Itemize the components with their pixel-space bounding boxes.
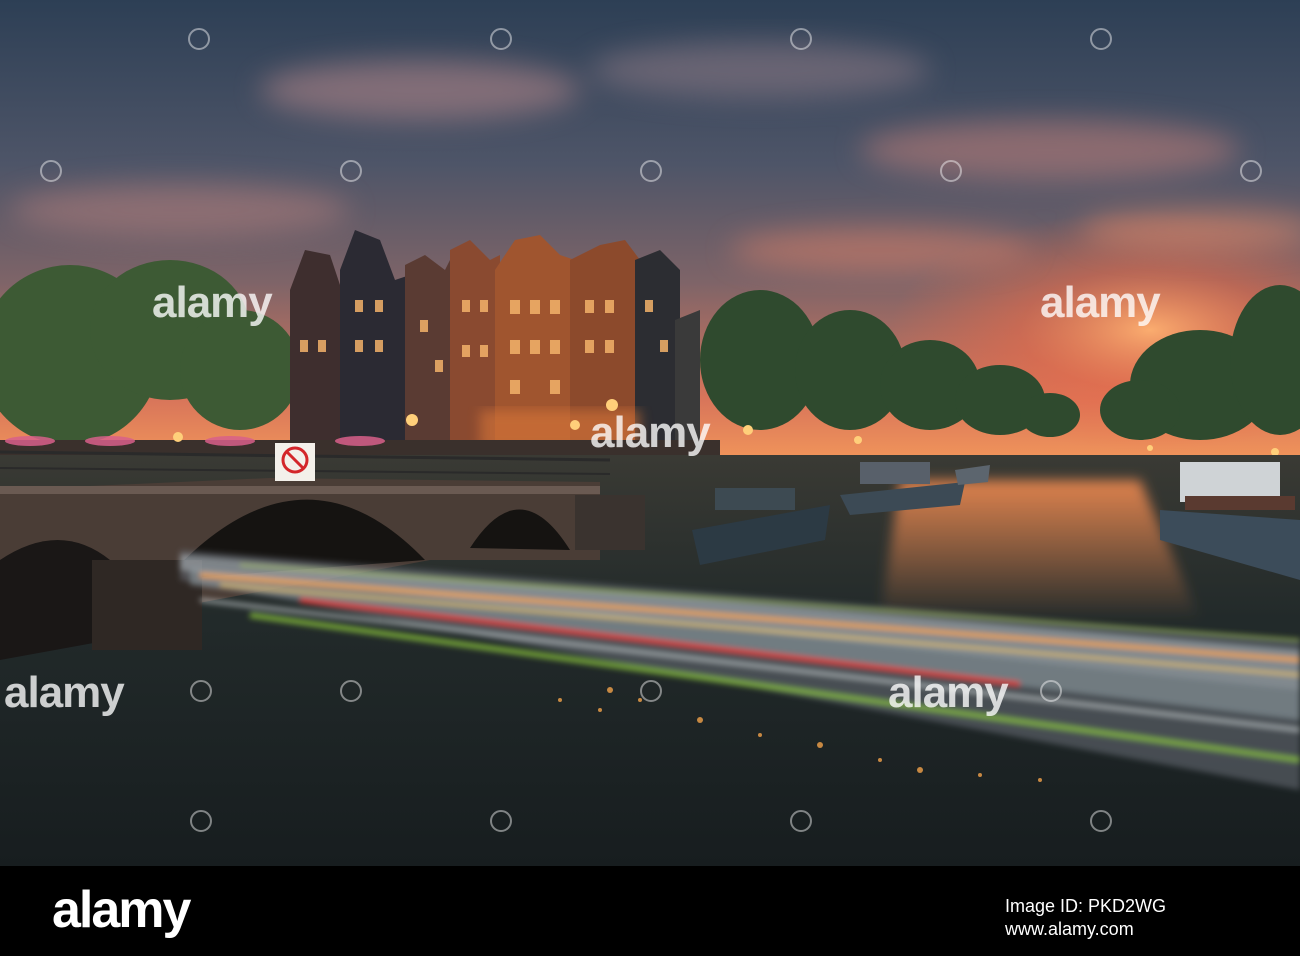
watermark-ring-icon (640, 160, 662, 182)
watermark-ring-icon (190, 810, 212, 832)
watermark-ring-icon (40, 160, 62, 182)
site-url[interactable]: www.alamy.com (1005, 919, 1134, 939)
prohibition-sign-icon (275, 443, 315, 481)
footer-bar: alamy Image ID: PKD2WG www.alamy.com (0, 866, 1300, 956)
watermark: alamy (1040, 278, 1161, 327)
watermark-ring-icon (1040, 680, 1062, 702)
watermark-ring-icon (940, 160, 962, 182)
watermark-ring-icon (1090, 810, 1112, 832)
watermark-ring-icon (340, 680, 362, 702)
watermark: alamy (888, 668, 1009, 717)
watermark-ring-icon (188, 28, 210, 50)
watermark-ring-icon (790, 810, 812, 832)
watermark-ring-icon (640, 680, 662, 702)
watermark-ring-icon (490, 810, 512, 832)
watermark-ring-icon (190, 680, 212, 702)
watermark: alamy (590, 408, 711, 457)
watermark-ring-icon (490, 28, 512, 50)
watermark-ring-icon (340, 160, 362, 182)
watermark-ring-icon (1240, 160, 1262, 182)
watermark: alamy (4, 668, 125, 717)
photo: alamy alamy alamy alamy alamy (0, 0, 1300, 866)
image-id: Image ID: PKD2WG (1005, 896, 1167, 916)
alamy-logo[interactable]: alamy (52, 884, 191, 936)
watermark-ring-icon (1090, 28, 1112, 50)
watermark-ring-icon (790, 28, 812, 50)
watermark: alamy (152, 278, 273, 327)
